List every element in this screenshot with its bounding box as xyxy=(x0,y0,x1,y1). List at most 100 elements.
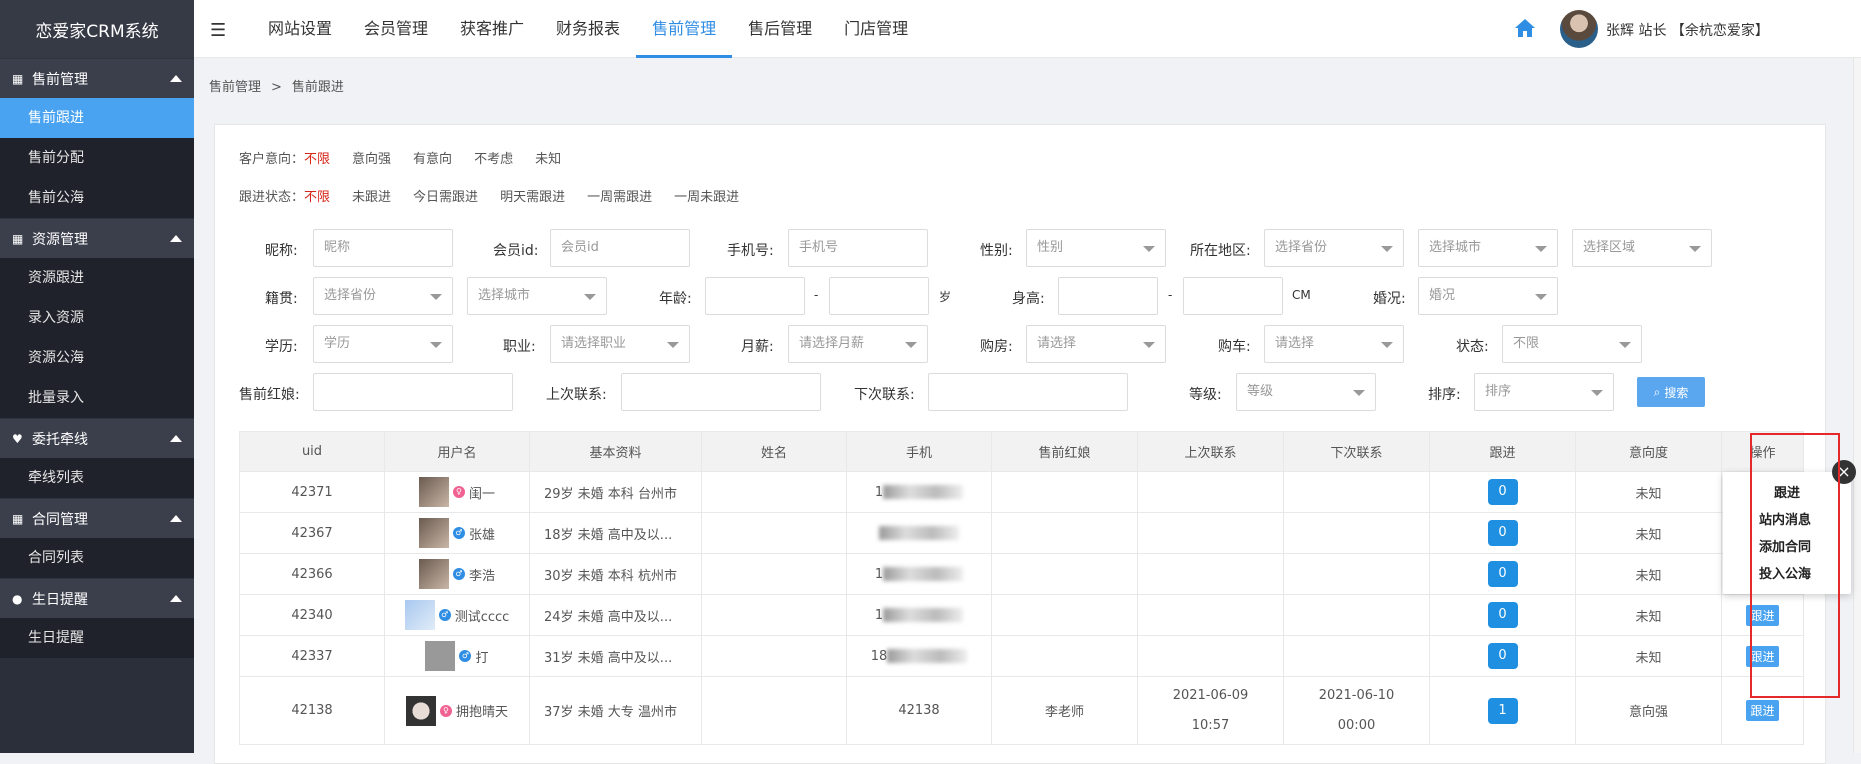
sidebar-item-resource-pool[interactable]: 资源公海 xyxy=(0,338,194,378)
grid-icon: ▦ xyxy=(12,511,24,526)
status-option-unfollowed[interactable]: 未跟进 xyxy=(352,190,391,205)
search-button[interactable]: ⌕ 搜索 xyxy=(1637,377,1705,407)
state-select[interactable]: 不限 xyxy=(1502,325,1642,363)
nav-presale[interactable]: 售前管理 xyxy=(636,0,733,58)
nav-members[interactable]: 会员管理 xyxy=(348,0,444,58)
nav-acquisition[interactable]: 获客推广 xyxy=(444,0,540,58)
sidebar-item-presale-pool[interactable]: 售前公海 xyxy=(0,178,194,218)
sidebar-item-resource-follow[interactable]: 资源跟进 xyxy=(0,258,194,298)
sidebar-group-birthday[interactable]: ● 生日提醒 xyxy=(0,578,194,618)
username-text[interactable]: 闺一 xyxy=(469,483,495,502)
cell-name xyxy=(701,553,847,595)
status-option-week-unfollowed[interactable]: 一周未跟进 xyxy=(674,190,739,205)
breadcrumb-current: 售前跟进 xyxy=(291,80,344,95)
username-text[interactable]: 拥抱晴天 xyxy=(456,701,508,720)
avatar xyxy=(418,518,449,548)
sidebar-group-presale[interactable]: ▦ 售前管理 xyxy=(0,58,194,98)
cell-matchmaker xyxy=(991,594,1138,636)
nav-site-settings[interactable]: 网站设置 xyxy=(252,0,348,58)
nickname-input[interactable]: 昵称 xyxy=(313,229,453,267)
cell-last-contact xyxy=(1137,594,1284,636)
follow-count-badge[interactable]: 0 xyxy=(1487,602,1518,628)
marriage-select[interactable]: 婚况 xyxy=(1418,277,1558,315)
sidebar-group-label: 资源管理 xyxy=(32,231,88,248)
status-option-tomorrow[interactable]: 明天需跟进 xyxy=(500,190,565,205)
follow-count-badge[interactable]: 0 xyxy=(1487,479,1518,505)
scrollbar[interactable] xyxy=(1853,58,1861,753)
breadcrumb-parent[interactable]: 售前管理 xyxy=(209,80,261,95)
nav-aftersale[interactable]: 售后管理 xyxy=(732,0,828,58)
username-text[interactable]: 打 xyxy=(475,647,488,666)
matchmaker-input[interactable] xyxy=(313,373,513,411)
region-district-select[interactable]: 选择区域 xyxy=(1572,229,1712,267)
phone-input[interactable]: 手机号 xyxy=(788,229,928,267)
height-min-input[interactable] xyxy=(1058,277,1158,315)
cell-intent: 未知 xyxy=(1575,553,1722,595)
user-info[interactable]: 张辉 站长 【余杭恋爱家】 xyxy=(1606,20,1769,40)
age-min-input[interactable] xyxy=(705,277,805,315)
menu-toggle-icon[interactable]: ☰ xyxy=(210,20,226,41)
salary-label: 月薪: xyxy=(741,339,774,355)
sidebar-group-contract[interactable]: ▦ 合同管理 xyxy=(0,498,194,538)
sidebar-group-match[interactable]: ♥ 委托牵线 xyxy=(0,418,194,458)
status-option-week[interactable]: 一周需跟进 xyxy=(587,190,652,205)
intent-option-none[interactable]: 不考虑 xyxy=(474,152,513,167)
nav-stores[interactable]: 门店管理 xyxy=(828,0,924,58)
follow-count-badge[interactable]: 1 xyxy=(1487,697,1518,724)
intent-option-strong[interactable]: 意向强 xyxy=(352,152,391,167)
status-option-today[interactable]: 今日需跟进 xyxy=(413,190,478,205)
intent-option-some[interactable]: 有意向 xyxy=(413,152,452,167)
username-text[interactable]: 测试cccc xyxy=(455,606,510,625)
follow-count-badge[interactable]: 0 xyxy=(1487,520,1518,546)
search-button-label: 搜索 xyxy=(1664,385,1689,400)
follow-count-badge[interactable]: 0 xyxy=(1487,561,1518,587)
region-province-select[interactable]: 选择省份 xyxy=(1264,229,1404,267)
gender-select[interactable]: 性别 xyxy=(1026,229,1166,267)
sidebar: 恋爱家CRM系统 ▦ 售前管理 售前跟进 售前分配 售前公海 ▦ 资源管理 资源… xyxy=(0,0,194,753)
avatar[interactable] xyxy=(1560,10,1598,48)
salary-select[interactable]: 请选择月薪 xyxy=(788,325,928,363)
native-province-select[interactable]: 选择省份 xyxy=(313,277,453,315)
sidebar-item-batch-add[interactable]: 批量录入 xyxy=(0,378,194,418)
car-select[interactable]: 请选择 xyxy=(1264,325,1404,363)
native-city-select[interactable]: 选择城市 xyxy=(467,277,607,315)
sidebar-item-match-list[interactable]: 牵线列表 xyxy=(0,458,194,498)
sidebar-item-birthday[interactable]: 生日提醒 xyxy=(0,618,194,658)
cell-phone: 18 xyxy=(846,635,992,677)
member-id-input[interactable]: 会员id xyxy=(550,229,690,267)
intent-option-unknown[interactable]: 未知 xyxy=(535,152,561,167)
breadcrumb-separator: > xyxy=(271,80,282,95)
region-city-select[interactable]: 选择城市 xyxy=(1418,229,1558,267)
next-contact-input[interactable] xyxy=(928,373,1128,411)
sidebar-item-presale-assign[interactable]: 售前分配 xyxy=(0,138,194,178)
blurred-phone xyxy=(883,485,964,499)
sidebar-item-presale-follow[interactable]: 售前跟进 xyxy=(0,98,194,138)
height-max-input[interactable] xyxy=(1183,277,1283,315)
cell-name xyxy=(701,594,847,636)
avatar xyxy=(418,477,449,507)
sidebar-item-resource-add[interactable]: 录入资源 xyxy=(0,298,194,338)
sidebar-item-contract-list[interactable]: 合同列表 xyxy=(0,538,194,578)
cell-basic-info: 31岁 未婚 高中及以... xyxy=(529,635,702,677)
sort-select[interactable]: 排序 xyxy=(1474,373,1614,411)
last-contact-input[interactable] xyxy=(621,373,821,411)
level-select[interactable]: 等级 xyxy=(1236,373,1376,411)
nav-finance[interactable]: 财务报表 xyxy=(540,0,636,58)
job-select[interactable]: 请选择职业 xyxy=(550,325,690,363)
status-option-any[interactable]: 不限 xyxy=(304,190,330,205)
presale-table: uid 用户名 基本资料 姓名 手机 售前红娘 上次联系 下次联系 跟进 意向度… xyxy=(239,431,1804,745)
education-select[interactable]: 学历 xyxy=(313,325,453,363)
home-icon[interactable] xyxy=(1514,18,1536,38)
sidebar-group-resource[interactable]: ▦ 资源管理 xyxy=(0,218,194,258)
username-text[interactable]: 张雄 xyxy=(469,524,495,543)
phone-text: 18 xyxy=(870,648,888,664)
cell-intent: 未知 xyxy=(1575,594,1722,636)
cell-username: ♂ 张雄 xyxy=(384,512,530,554)
intent-option-any[interactable]: 不限 xyxy=(304,152,330,167)
follow-count-badge[interactable]: 0 xyxy=(1487,643,1518,669)
username-text[interactable]: 李浩 xyxy=(469,565,495,584)
age-max-input[interactable] xyxy=(829,277,929,315)
follow-button[interactable]: 跟进 xyxy=(1746,700,1779,721)
house-select[interactable]: 请选择 xyxy=(1026,325,1166,363)
level-label: 等级: xyxy=(1189,387,1222,403)
